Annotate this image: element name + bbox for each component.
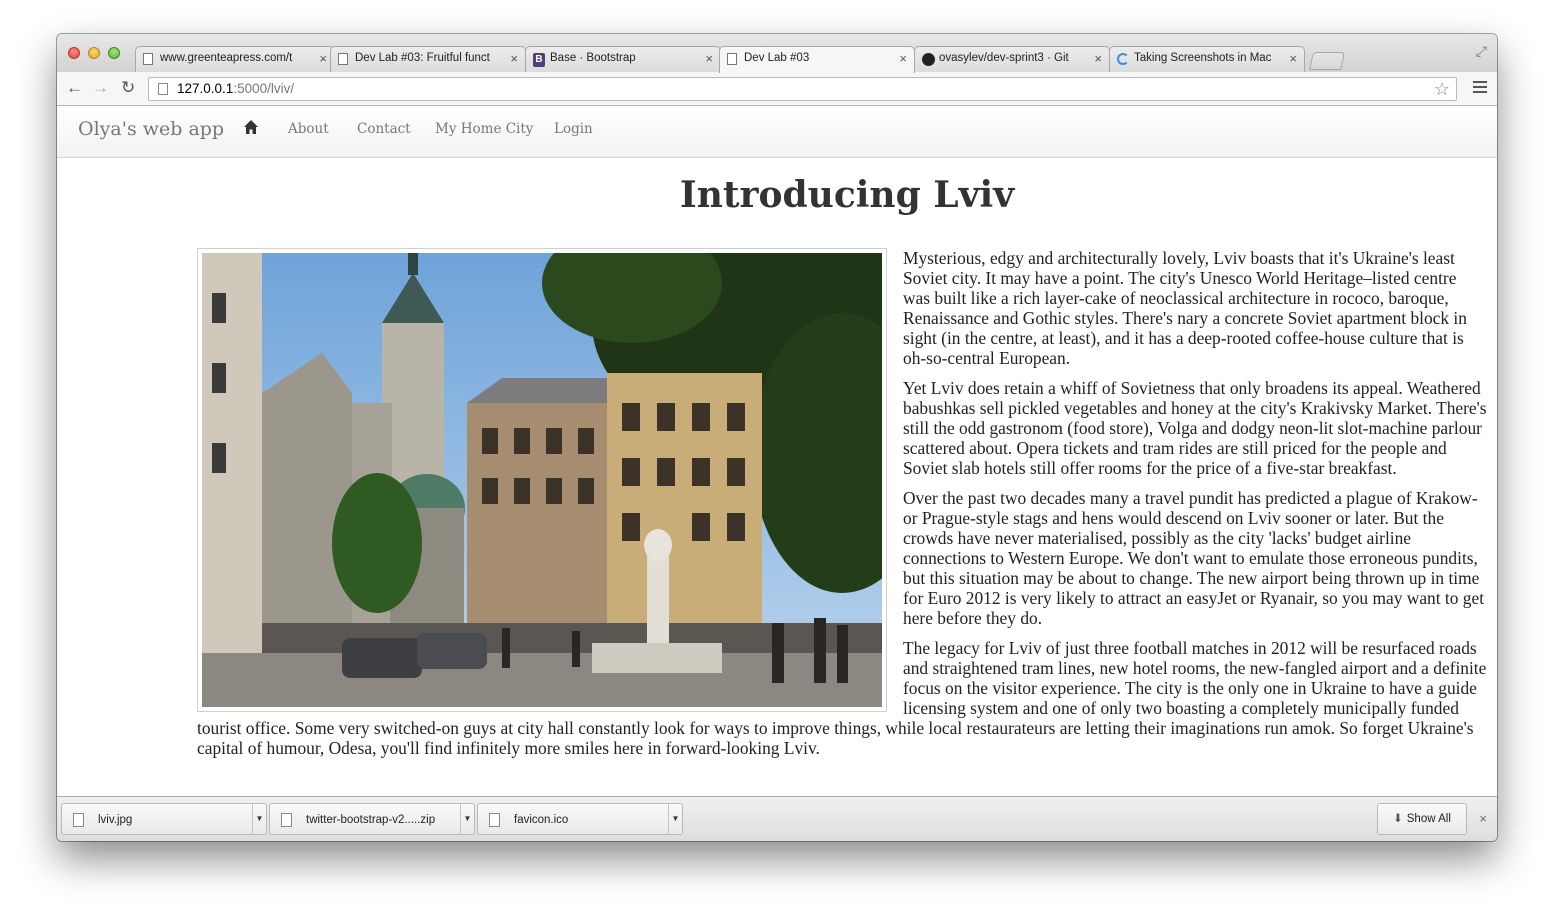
back-arrow-icon[interactable]: ←: [66, 78, 83, 98]
tab-github-dev-sprint3[interactable]: ovasylev/dev-sprint3 · Git ×: [914, 46, 1110, 72]
close-shelf-icon[interactable]: ×: [1479, 811, 1487, 826]
show-all-label: Show All: [1406, 813, 1451, 825]
github-icon: [922, 53, 935, 66]
tab-greenteapress[interactable]: www.greenteapress.com/t ×: [135, 46, 335, 72]
chevron-down-icon[interactable]: ▼: [460, 804, 474, 834]
lviv-photo: [197, 248, 887, 712]
tab-close-icon[interactable]: ×: [705, 51, 713, 66]
nav-home-city-link[interactable]: My Home City: [435, 121, 533, 137]
show-all-downloads-button[interactable]: ⬇ Show All: [1377, 803, 1467, 835]
reload-icon[interactable]: ↻: [121, 78, 135, 98]
download-arrow-icon: ⬇: [1393, 813, 1403, 825]
tab-title: Taking Screenshots in Mac: [1134, 52, 1272, 64]
tab-close-icon[interactable]: ×: [899, 51, 907, 66]
forward-arrow-icon[interactable]: →: [92, 78, 109, 98]
tab-title: Base · Bootstrap: [550, 52, 636, 64]
tab-title: Dev Lab #03: Fruitful funct: [355, 52, 490, 64]
bootstrap-icon: B: [533, 53, 545, 67]
zoom-window-button[interactable]: [108, 47, 120, 59]
new-tab-button[interactable]: [1309, 52, 1345, 70]
page-icon: [727, 53, 737, 65]
tab-title: ovasylev/dev-sprint3 · Git: [939, 52, 1069, 64]
page-viewport: Olya's web app About Contact My Home Cit…: [57, 106, 1497, 796]
chevron-down-icon[interactable]: ▼: [252, 804, 266, 834]
tab-title: www.greenteapress.com/t: [160, 52, 293, 64]
tab-taking-screenshots[interactable]: Taking Screenshots in Mac ×: [1109, 46, 1305, 72]
page-icon: [158, 83, 168, 95]
address-bar[interactable]: 127.0.0.1:5000/lviv/ ☆: [148, 77, 1457, 101]
site-navbar: Olya's web app About Contact My Home Cit…: [57, 106, 1497, 158]
menu-icon[interactable]: [1473, 78, 1487, 96]
article-content: Mysterious, edgy and architecturally lov…: [197, 248, 1487, 768]
download-item-favicon[interactable]: favicon.ico ▼: [477, 803, 683, 835]
zip-file-icon: [281, 813, 292, 827]
image-file-icon: [489, 813, 500, 827]
tab-close-icon[interactable]: ×: [1289, 51, 1297, 66]
download-item-lviv-jpg[interactable]: lviv.jpg ▼: [61, 803, 267, 835]
image-file-icon: [73, 813, 84, 827]
download-filename: favicon.ico: [514, 814, 569, 826]
url-host: 127.0.0.1: [177, 81, 234, 96]
tab-title: Dev Lab #03: [744, 52, 810, 64]
page-title: Introducing Lviv: [679, 174, 1015, 216]
tab-dev-lab-03[interactable]: Dev Lab #03 ×: [719, 46, 915, 73]
loading-icon: [1117, 53, 1129, 65]
bookmark-star-icon[interactable]: ☆: [1434, 78, 1450, 100]
close-window-button[interactable]: [68, 47, 80, 59]
browser-window: www.greenteapress.com/t × Dev Lab #03: F…: [57, 34, 1497, 841]
tab-dev-lab-fruitful[interactable]: Dev Lab #03: Fruitful funct ×: [330, 46, 526, 72]
browser-toolbar: ← → ↻ 127.0.0.1:5000/lviv/ ☆: [57, 72, 1497, 106]
tab-strip: www.greenteapress.com/t × Dev Lab #03: F…: [57, 34, 1497, 73]
nav-about-link[interactable]: About: [288, 121, 329, 137]
tab-bootstrap-base[interactable]: B Base · Bootstrap ×: [525, 46, 721, 72]
download-item-bootstrap-zip[interactable]: twitter-bootstrap-v2.....zip ▼: [269, 803, 475, 835]
minimize-window-button[interactable]: [88, 47, 100, 59]
chevron-down-icon[interactable]: ▼: [668, 804, 682, 834]
downloads-shelf: lviv.jpg ▼ twitter-bootstrap-v2.....zip …: [57, 796, 1497, 841]
page-icon: [338, 53, 348, 65]
brand-link[interactable]: Olya's web app: [78, 118, 224, 140]
fullscreen-icon[interactable]: ⤢: [1476, 43, 1487, 60]
nav-login-link[interactable]: Login: [554, 121, 593, 137]
lviv-square-image: [202, 253, 882, 707]
nav-contact-link[interactable]: Contact: [357, 121, 411, 137]
page-icon: [143, 53, 153, 65]
home-icon[interactable]: [243, 119, 259, 135]
download-filename: lviv.jpg: [98, 814, 133, 826]
tab-close-icon[interactable]: ×: [510, 51, 518, 66]
tab-close-icon[interactable]: ×: [1094, 51, 1102, 66]
url-path: :5000/lviv/: [233, 81, 295, 96]
tab-close-icon[interactable]: ×: [319, 51, 327, 66]
download-filename: twitter-bootstrap-v2.....zip: [306, 814, 436, 826]
